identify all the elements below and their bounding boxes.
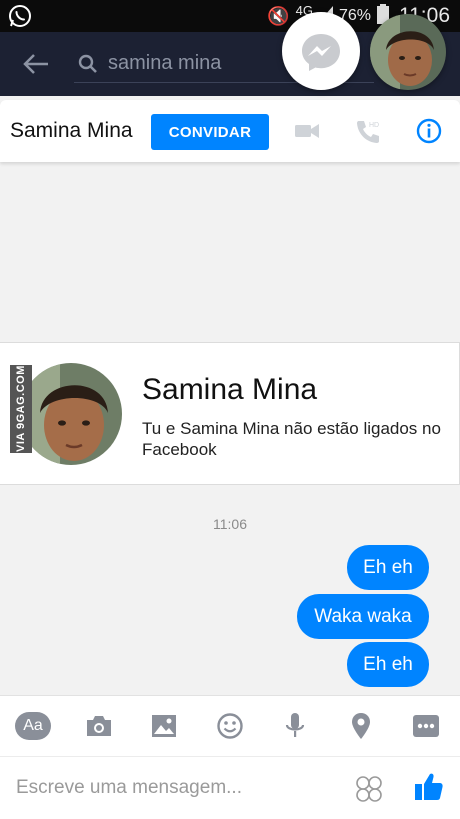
mute-icon: 🔇 bbox=[267, 5, 290, 26]
more-button[interactable] bbox=[409, 710, 443, 742]
emoji-button[interactable] bbox=[213, 710, 247, 742]
stickers-icon[interactable] bbox=[355, 775, 383, 803]
contact-chat-head-avatar[interactable] bbox=[370, 14, 446, 90]
voice-message-button[interactable] bbox=[278, 710, 312, 742]
profile-name: Samina Mina bbox=[142, 373, 318, 406]
text-format-button[interactable]: Aa bbox=[15, 710, 51, 742]
composer-toolbar: Aa bbox=[0, 695, 460, 756]
search-query: samina mina bbox=[108, 52, 222, 74]
messenger-icon bbox=[302, 34, 340, 71]
info-icon[interactable] bbox=[416, 118, 442, 144]
invite-button[interactable]: CONVIDAR bbox=[151, 114, 269, 150]
profile-description: Tu e Samina Mina não estão ligados no Fa… bbox=[142, 419, 441, 459]
location-pin-icon bbox=[352, 713, 370, 739]
gallery-button[interactable] bbox=[147, 710, 181, 742]
avatar bbox=[370, 14, 446, 90]
profile-card: Samina Mina Tu e Samina Mina não estão l… bbox=[0, 342, 460, 485]
contact-name: Samina Mina bbox=[10, 119, 133, 142]
watermark: VIA 9GAG.COM bbox=[10, 365, 32, 453]
messenger-chat-head[interactable] bbox=[282, 12, 360, 90]
more-icon bbox=[413, 715, 439, 737]
message-composer[interactable]: Escreve uma mensagem... bbox=[0, 756, 460, 819]
camera-button[interactable] bbox=[82, 710, 116, 742]
search-icon bbox=[78, 54, 97, 73]
video-call-icon[interactable] bbox=[294, 118, 320, 144]
voice-call-icon[interactable]: HD bbox=[354, 118, 382, 146]
message-bubble[interactable]: Waka waka bbox=[297, 594, 429, 639]
image-icon bbox=[152, 715, 176, 737]
camera-icon bbox=[87, 716, 111, 736]
text-format-label: Aa bbox=[23, 717, 43, 734]
smiley-icon bbox=[217, 713, 243, 739]
avatar bbox=[20, 363, 122, 465]
location-button[interactable] bbox=[344, 710, 378, 742]
back-arrow-icon[interactable] bbox=[22, 52, 50, 76]
microphone-icon bbox=[285, 713, 305, 737]
message-timestamp: 11:06 bbox=[213, 516, 247, 532]
message-bubble[interactable]: Eh eh bbox=[347, 545, 429, 590]
svg-text:HD: HD bbox=[369, 122, 379, 129]
conversation-header: Samina Mina CONVIDAR HD bbox=[0, 100, 460, 162]
message-input[interactable]: Escreve uma mensagem... bbox=[16, 777, 242, 799]
message-bubble[interactable]: Eh eh bbox=[347, 642, 429, 687]
whatsapp-icon bbox=[9, 5, 31, 27]
like-thumbs-up-icon[interactable] bbox=[414, 772, 444, 802]
